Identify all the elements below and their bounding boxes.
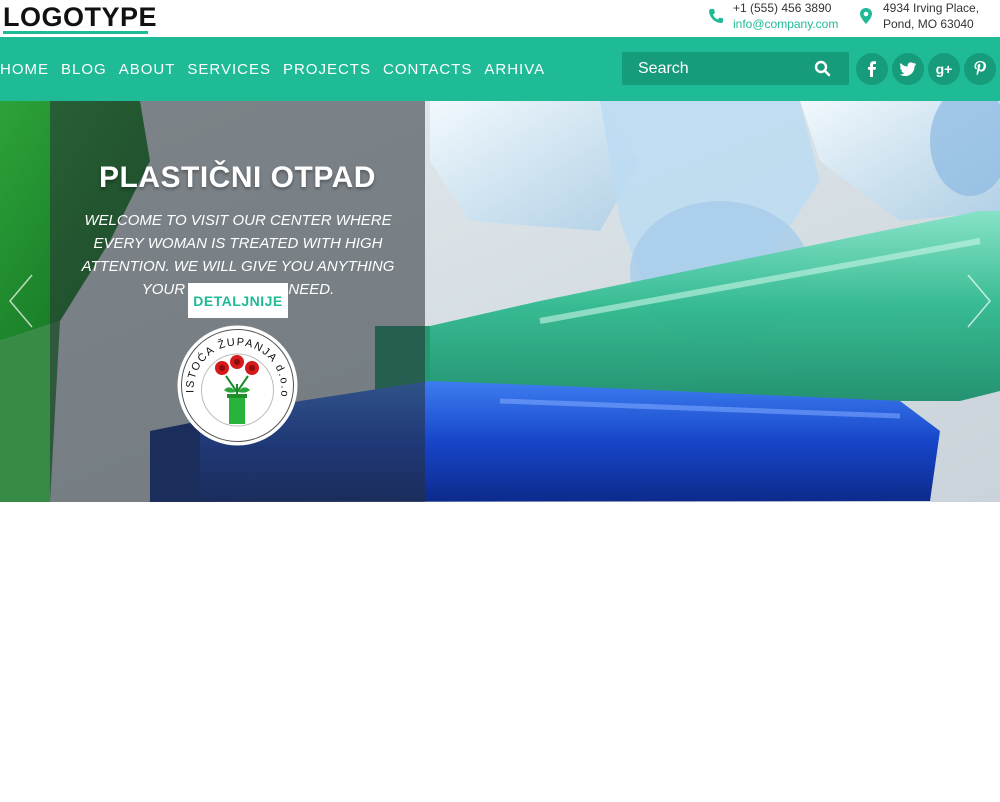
- facebook-icon[interactable]: [856, 53, 888, 85]
- address-line-1: 4934 Irving Place,: [883, 1, 980, 15]
- location-pin-icon: [859, 8, 875, 24]
- hero-title: PLASTIČNI OTPAD: [99, 161, 376, 194]
- contact-phone-email: +1 (555) 456 3890 info@company.com: [733, 0, 838, 32]
- address-line-2: Pond, MO 63040: [883, 17, 974, 31]
- nav-item-arhiva[interactable]: ARHIVA: [484, 61, 545, 78]
- company-seal-logo: ČISTOĆA ŽUPANJA d.o.o.: [171, 314, 299, 447]
- twitter-icon[interactable]: [892, 53, 924, 85]
- google-plus-glyph: g+: [935, 61, 953, 77]
- nav-item-home[interactable]: HOME: [0, 61, 49, 78]
- hero-slider: PLASTIČNI OTPAD WELCOME TO VISIT OUR CEN…: [0, 101, 1000, 502]
- search-box: [622, 52, 849, 85]
- nav-item-services[interactable]: SERVICES: [187, 61, 271, 78]
- nav-item-blog[interactable]: BLOG: [61, 61, 107, 78]
- search-icon[interactable]: [814, 60, 831, 77]
- nav-item-contacts[interactable]: CONTACTS: [383, 61, 472, 78]
- prev-slide-icon[interactable]: [6, 271, 36, 331]
- next-slide-icon[interactable]: [964, 271, 994, 331]
- logo[interactable]: LOGOTYPE: [3, 2, 157, 32]
- details-button[interactable]: DETALJNIJE: [188, 283, 288, 318]
- google-plus-icon[interactable]: g+: [928, 53, 960, 85]
- nav-item-projects[interactable]: PROJECTS: [283, 61, 371, 78]
- contact-address: 4934 Irving Place, Pond, MO 63040: [883, 0, 979, 32]
- pinterest-icon[interactable]: [964, 53, 996, 85]
- main-nav: HOME BLOG ABOUT SERVICES PROJECTS CONTAC…: [0, 37, 557, 101]
- main-navbar: HOME BLOG ABOUT SERVICES PROJECTS CONTAC…: [0, 37, 1000, 101]
- search-input[interactable]: [622, 52, 812, 85]
- phone-icon: [708, 8, 724, 24]
- logo-underline: [3, 31, 148, 34]
- phone-number[interactable]: +1 (555) 456 3890: [733, 0, 838, 16]
- top-header: LOGOTYPE +1 (555) 456 3890 info@company.…: [0, 0, 1000, 37]
- email-link[interactable]: info@company.com: [733, 16, 838, 32]
- nav-item-about[interactable]: ABOUT: [119, 61, 176, 78]
